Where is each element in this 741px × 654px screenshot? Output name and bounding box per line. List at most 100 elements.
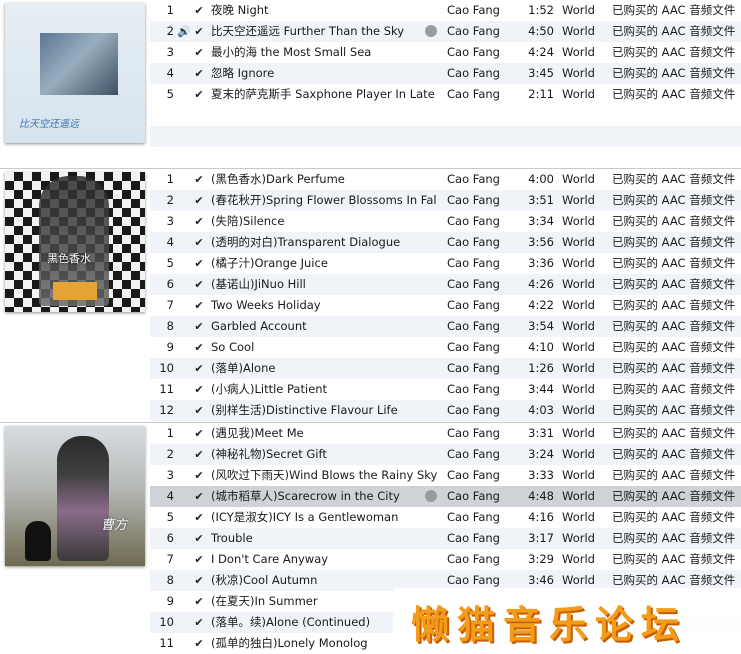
track-name: (ICY是淑女)ICY Is a Gentlewoman [211,510,399,524]
track-artist: Cao Fang [447,403,500,417]
track-number: 7 [166,298,174,312]
track-row[interactable]: 1 ✔ 夜晚 Night Cao Fang 1:52 World 已购买的 AAC 音频文件 [150,0,741,21]
track-checkbox[interactable]: ✔ [192,337,206,358]
track-artist: Cao Fang [447,172,500,186]
track-time: 4:48 [528,489,554,503]
track-checkbox[interactable]: ✔ [192,570,206,591]
track-kind: 已购买的 AAC 音频文件 [612,531,736,545]
track-checkbox[interactable]: ✔ [192,486,206,507]
track-row[interactable]: 12 ✔ (别样生活)Distinctive Flavour Life Cao Fan… [150,400,741,421]
track-number: 10 [159,615,174,629]
track-kind: 已购买的 AAC 音频文件 [612,447,736,461]
album-art-column: 曹方 [0,423,150,651]
track-checkbox[interactable]: ✔ [192,444,206,465]
track-checkbox[interactable]: ✔ [192,507,206,528]
track-row[interactable]: 8 ✔ Garbled Account Cao Fang 3:54 World 已购买的 A… [150,316,741,337]
track-genre: World [562,3,595,17]
track-kind: 已购买的 AAC 音频文件 [612,87,736,101]
track-row[interactable]: 3 ✔ (失陪)Silence Cao Fang 3:34 World 已购买的 AAC 音… [150,211,741,232]
track-name: I Don't Care Anyway [211,552,329,566]
track-artist: Cao Fang [447,361,500,375]
track-artist: Cao Fang [447,382,500,396]
track-checkbox[interactable]: ✔ [192,528,206,549]
track-row[interactable]: 4 ✔ 忽略 Ignore Cao Fang 3:45 World 已购买的 AAC 音频文… [150,63,741,84]
album-cover-2[interactable]: 黑色香水 [5,172,145,312]
track-checkbox[interactable]: ✔ [192,612,206,633]
track-name: So Cool [211,340,255,354]
track-checkbox[interactable]: ✔ [192,591,206,612]
track-checkbox[interactable]: ✔ [192,0,206,21]
track-name: (橘子汁)Orange Juice [211,256,328,270]
track-genre: World [562,66,595,80]
track-checkbox[interactable]: ✔ [192,465,206,486]
track-row[interactable]: 7 ✔ Two Weeks Holiday Cao Fang 4:22 World 已购买的… [150,295,741,316]
track-checkbox[interactable]: ✔ [192,358,206,379]
track-row[interactable]: 2 ✔ (神秘礼物)Secret Gift Cao Fang 3:24 World 已购买的… [150,444,741,465]
track-checkbox[interactable]: ✔ [192,211,206,232]
track-row[interactable]: 3 ✔ 最小的海 the Most Small Sea Cao Fang 4:24 Wor… [150,42,741,63]
track-kind: 已购买的 AAC 音频文件 [612,24,736,38]
track-checkbox[interactable]: ✔ [192,253,206,274]
track-checkbox[interactable]: ✔ [192,295,206,316]
track-time: 3:34 [528,214,554,228]
track-artist: Cao Fang [447,24,500,38]
track-row[interactable]: 6 ✔ (基诺山)JiNuo Hill Cao Fang 4:26 World 已购买的 A… [150,274,741,295]
track-name: (基诺山)JiNuo Hill [211,277,306,291]
track-checkbox[interactable]: ✔ [192,549,206,570]
track-checkbox[interactable]: ✔ [192,274,206,295]
track-options-icon[interactable] [425,21,439,42]
track-number: 1 [166,172,174,186]
track-kind: 已购买的 AAC 音频文件 [612,510,736,524]
track-checkbox[interactable]: ✔ [192,169,206,190]
track-row[interactable]: 9 ✔ So Cool Cao Fang 4:10 World 已购买的 AAC 音频文件 [150,337,741,358]
track-checkbox[interactable]: ✔ [192,232,206,253]
track-checkbox[interactable]: ✔ [192,400,206,421]
album-cover-3[interactable]: 曹方 [5,426,145,566]
track-row[interactable]: 3 ✔ (风吹过下雨天)Wind Blows the Rainy Sky Cao Fa… [150,465,741,486]
track-row[interactable]: 7 ✔ I Don't Care Anyway Cao Fang 3:29 World 已购… [150,549,741,570]
track-genre: World [562,172,595,186]
track-row[interactable]: 4 ✔ (透明的对白)Transparent Dialogue Cao Fang 3:5… [150,232,741,253]
track-kind: 已购买的 AAC 音频文件 [612,3,736,17]
track-row[interactable]: 2 ✔ (春花秋开)Spring Flower Blossoms In Fall Ca… [150,190,741,211]
track-checkbox[interactable]: ✔ [192,379,206,400]
album-cover-1[interactable]: 比天空还遥远 [5,3,145,143]
track-checkbox[interactable]: ✔ [192,423,206,444]
track-name: (黑色香水)Dark Perfume [211,172,345,186]
track-row[interactable]: 5 ✔ (橘子汁)Orange Juice Cao Fang 3:36 World 已购买的… [150,253,741,274]
album-cover-figure [57,436,109,561]
track-checkbox[interactable]: ✔ [192,21,206,42]
track-row[interactable]: 1 ✔ (黑色香水)Dark Perfume Cao Fang 4:00 World 已购买… [150,169,741,190]
track-genre: World [562,87,595,101]
track-kind: 已购买的 AAC 音频文件 [612,403,736,417]
album-cover-doll [25,521,51,561]
track-kind: 已购买的 AAC 音频文件 [612,382,736,396]
track-number: 4 [166,235,174,249]
track-checkbox[interactable]: ✔ [192,316,206,337]
track-time: 3:29 [528,552,554,566]
track-row[interactable]: 5 ✔ 夏末的萨克斯手 Saxphone Player In Late ... Cao… [150,84,741,105]
track-options-icon[interactable] [425,486,439,507]
track-checkbox[interactable]: ✔ [192,84,206,105]
track-checkbox[interactable]: ✔ [192,63,206,84]
track-row[interactable]: 5 ✔ (ICY是淑女)ICY Is a Gentlewoman Cao Fang 4:… [150,507,741,528]
track-row[interactable]: 10 ✔ (落单)Alone Cao Fang 1:26 World 已购买的 AAC 音频… [150,358,741,379]
track-checkbox[interactable]: ✔ [192,42,206,63]
track-row[interactable]: 6 ✔ Trouble Cao Fang 3:17 World 已购买的 AAC 音频文件 [150,528,741,549]
track-artist: Cao Fang [447,298,500,312]
track-number: 5 [166,510,174,524]
track-genre: World [562,531,595,545]
track-row[interactable]: 4 ✔ (城市稻草人)Scarecrow in the City Cao Fang 4:… [150,486,741,507]
track-artist: Cao Fang [447,319,500,333]
track-row[interactable]: 2 ✔ 比天空还遥远 Further Than the Sky Cao Fang 4:5… [150,21,741,42]
track-name: (城市稻草人)Scarecrow in the City [211,489,400,503]
track-genre: World [562,256,595,270]
track-name: (失陪)Silence [211,214,285,228]
track-kind: 已购买的 AAC 音频文件 [612,298,736,312]
track-checkbox[interactable]: ✔ [192,190,206,211]
album-cover-tag [53,282,97,300]
track-name: 夏末的萨克斯手 Saxphone Player In Late ... [211,87,437,101]
track-row[interactable]: 11 ✔ (小病人)Little Patient Cao Fang 3:44 World 已… [150,379,741,400]
track-number: 12 [159,403,174,417]
track-row[interactable]: 1 ✔ (遇见我)Meet Me Cao Fang 3:31 World 已购买的 AAC … [150,423,741,444]
